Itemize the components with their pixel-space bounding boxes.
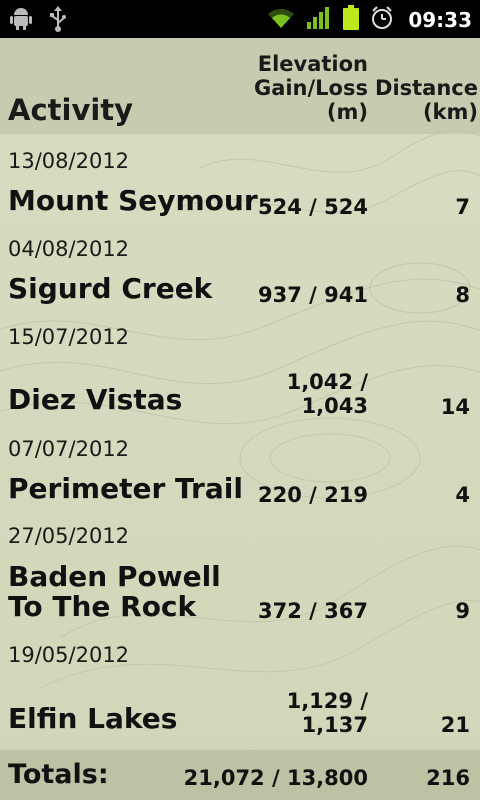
usb-icon — [48, 6, 68, 36]
elevation-line1: 1,129 / — [286, 689, 368, 713]
activity-distance: 8 — [455, 283, 470, 307]
battery-icon — [342, 5, 360, 35]
activity-row[interactable]: 19/05/2012 Elfin Lakes 1,129 / 1,137 21 — [0, 626, 480, 750]
activity-name: Sigurd Creek — [8, 272, 213, 305]
activity-elevation: 220 / 219 — [258, 483, 368, 507]
android-debug-icon — [10, 6, 32, 36]
activity-name: Diez Vistas — [8, 383, 183, 416]
activity-column-header: Activity — [8, 93, 134, 127]
activity-row[interactable]: 04/08/2012 Sigurd Creek 937 / 941 8 — [0, 222, 480, 310]
elevation-header-line2: Gain/Loss — [253, 76, 368, 100]
activity-distance: 7 — [455, 195, 470, 219]
activity-list-screen: Activity Elevation Gain/Loss (m) Distanc… — [0, 38, 480, 800]
activity-elevation: 937 / 941 — [258, 283, 368, 307]
elevation-line2: 1,137 — [301, 713, 368, 737]
elevation-line1: 1,042 / — [286, 370, 368, 394]
wifi-icon — [266, 6, 296, 34]
distance-header-line2: (km) — [422, 100, 478, 124]
clock-time: 09:33 — [408, 8, 472, 32]
elevation-header-line3: (m) — [326, 100, 368, 124]
table-header: Activity Elevation Gain/Loss (m) Distanc… — [0, 38, 480, 134]
totals-distance: 216 — [426, 766, 470, 790]
activity-row[interactable]: 13/08/2012 Mount Seymour 524 / 524 7 — [0, 134, 480, 222]
activity-date: 07/07/2012 — [8, 437, 130, 461]
distance-column-header: Distance (km) — [368, 76, 478, 124]
activity-date: 04/08/2012 — [8, 237, 130, 261]
activity-date: 13/08/2012 — [8, 149, 130, 173]
activity-row[interactable]: 27/05/2012 Baden Powell To The Rock 372 … — [0, 508, 480, 626]
status-bar: 09:33 — [0, 0, 480, 38]
activity-name-line1: Baden Powell — [8, 560, 221, 593]
activity-distance: 9 — [455, 599, 470, 623]
activity-elevation: 1,042 / 1,043 — [198, 370, 368, 418]
activity-row[interactable]: 15/07/2012 Diez Vistas 1,042 / 1,043 14 — [0, 310, 480, 420]
activity-date: 19/05/2012 — [8, 643, 130, 667]
totals-row: Totals: 21,072 / 13,800 216 — [0, 750, 480, 800]
activity-date: 15/07/2012 — [8, 325, 130, 349]
activity-distance: 4 — [455, 483, 470, 507]
activity-distance: 14 — [440, 395, 470, 419]
activity-name-line2: To The Rock — [8, 590, 197, 623]
signal-icon — [306, 6, 332, 34]
elevation-header-line1: Elevation — [257, 52, 368, 76]
distance-header-line1: Distance — [375, 76, 478, 100]
activity-distance: 21 — [440, 713, 470, 737]
activity-name: Baden Powell To The Rock — [8, 562, 221, 622]
activity-row[interactable]: 07/07/2012 Perimeter Trail 220 / 219 4 — [0, 420, 480, 508]
activity-elevation: 1,129 / 1,137 — [198, 689, 368, 737]
totals-elevation: 21,072 / 13,800 — [183, 766, 368, 790]
activity-date: 27/05/2012 — [8, 524, 130, 548]
elevation-column-header: Elevation Gain/Loss (m) — [208, 52, 368, 124]
totals-label: Totals: — [8, 759, 109, 790]
activity-elevation: 372 / 367 — [258, 599, 368, 623]
alarm-icon — [370, 6, 394, 34]
activity-elevation: 524 / 524 — [258, 195, 368, 219]
elevation-line2: 1,043 — [301, 394, 368, 418]
activity-name: Elfin Lakes — [8, 702, 178, 735]
